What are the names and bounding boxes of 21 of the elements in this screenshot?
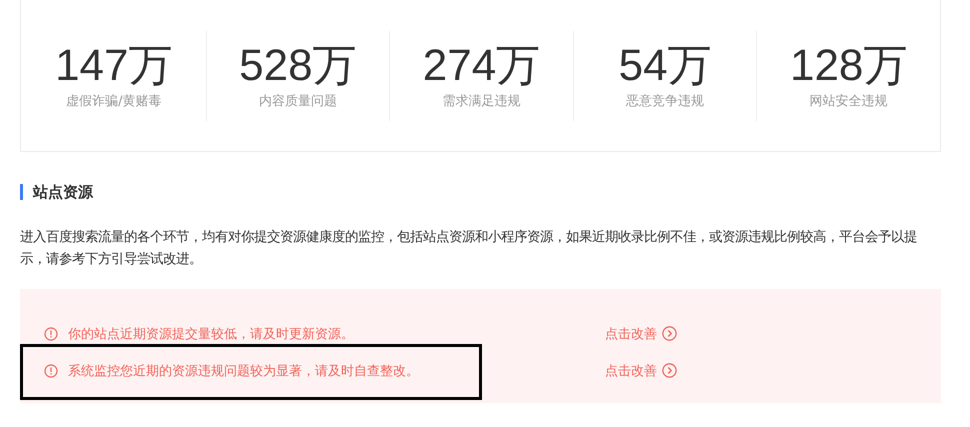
title-accent-bar <box>20 184 23 200</box>
section-description: 进入百度搜索流量的各个环节，均有对你提交资源健康度的监控，包括站点资源和小程序资源，如果近期收录比例不佳，或资源违规比例较高，平台会予以提示，请参考下方引导尝试改进。 <box>20 228 918 269</box>
stat-value: 274万 <box>422 42 540 90</box>
alert-message: 系统监控您近期的资源违规问题较为显著，请及时自查整改。 <box>68 362 420 380</box>
stat-value: 528万 <box>239 42 357 90</box>
warning-icon <box>44 326 58 340</box>
stat-label: 虚假诈骗/黄赌毒 <box>66 92 162 110</box>
improve-link[interactable]: 点击改善 <box>605 324 677 342</box>
warning-icon <box>44 364 58 378</box>
stat-value: 54万 <box>618 42 712 90</box>
stat-label: 恶意竞争违规 <box>626 92 704 110</box>
stat-label: 需求满足违规 <box>442 92 520 110</box>
section-title: 站点资源 <box>33 182 93 202</box>
stat-label: 网站安全违规 <box>810 92 888 110</box>
alert-message: 你的站点近期资源提交量较低，请及时更新资源。 <box>68 326 355 342</box>
arrow-circle-icon <box>662 326 677 341</box>
stat-value: 128万 <box>790 42 908 90</box>
stat-label: 内容质量问题 <box>258 92 337 110</box>
improve-link[interactable]: 点击改善 <box>605 362 677 380</box>
arrow-circle-icon <box>662 363 677 378</box>
stat-value: 147万 <box>55 42 172 90</box>
